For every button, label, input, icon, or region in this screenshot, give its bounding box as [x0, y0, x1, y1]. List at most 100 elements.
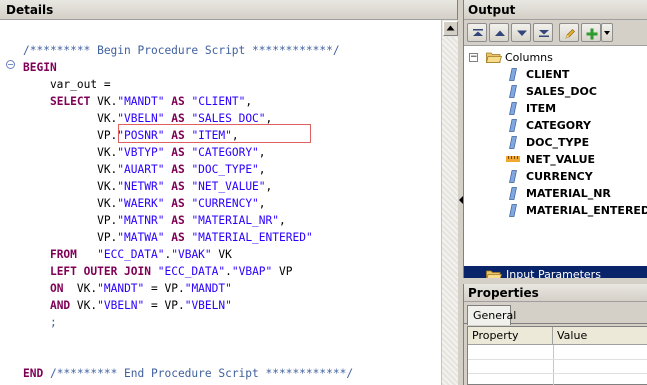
tree-node-column[interactable]: CURRENCY: [464, 168, 647, 185]
code-line[interactable]: ;: [23, 314, 57, 331]
sql-text: VK.: [23, 163, 118, 176]
code-line[interactable]: VK."AUART" AS "DOC_TYPE",: [23, 161, 266, 178]
sql-identifier: "NETWR": [117, 180, 165, 193]
sql-keyword: END: [23, 367, 44, 380]
tree-node-column[interactable]: DOC_TYPE: [464, 134, 647, 151]
sql-identifier: "VBTYP": [117, 146, 165, 159]
column-label: CATEGORY: [526, 119, 591, 132]
sql-text: VP.: [23, 214, 118, 227]
sql-text: VK.: [23, 146, 118, 159]
editor-gutter: −: [0, 20, 22, 385]
code-line[interactable]: AND VK."VBELN" = VP."VBELN": [23, 297, 232, 314]
code-line[interactable]: ON VK."MANDT" = VP."MANDT": [23, 280, 232, 297]
move-up-button[interactable]: [489, 23, 509, 42]
tree-node-column[interactable]: MATERIAL_NR: [464, 185, 647, 202]
script-editor[interactable]: − /********* Begin Procedure Script ****…: [0, 20, 441, 385]
fold-collapse-icon[interactable]: −: [6, 60, 15, 69]
move-up-icon: [495, 30, 505, 36]
tree-node-columns[interactable]: − Columns: [464, 49, 647, 66]
column-header-property[interactable]: Property: [468, 327, 553, 345]
properties-tabstrip: General: [464, 302, 647, 325]
column-label: NET_VALUE: [526, 153, 596, 166]
collapse-icon[interactable]: −: [469, 53, 478, 62]
code-line[interactable]: FROM "ECC_DATA"."VBAK" VK: [23, 246, 232, 263]
properties-table-header: Property Value: [468, 327, 647, 345]
arrow-up-icon: [446, 25, 455, 31]
move-bottom-button[interactable]: [533, 23, 553, 42]
sql-identifier: "CLIENT": [191, 95, 246, 108]
vertical-scrollbar[interactable]: [441, 20, 458, 385]
output-pane: Output − Columns CLIENT SALES_DOC ITEM C…: [463, 0, 647, 284]
code-line[interactable]: SELECT VK."MANDT" AS "CLIENT",: [23, 93, 252, 110]
sql-identifier: "DOC_TYPE": [191, 163, 259, 176]
sql-keyword: AND: [49, 299, 71, 312]
highlight-box: [118, 124, 311, 143]
text-column-icon: [509, 85, 517, 98]
details-pane: Details − /********* Begin Procedure Scr…: [0, 0, 458, 385]
sql-keyword: ON: [49, 282, 64, 295]
add-dropdown-button[interactable]: [601, 23, 613, 42]
code-line[interactable]: /********* Begin Procedure Script ******…: [23, 42, 340, 59]
edit-pencil-icon: [565, 29, 575, 39]
sql-text: VK.: [23, 180, 118, 193]
code-line[interactable]: END /********* End Procedure Script ****…: [23, 365, 353, 382]
output-title: Output: [464, 0, 647, 20]
move-down-button[interactable]: [511, 23, 531, 42]
tree-node-column[interactable]: CLIENT: [464, 66, 647, 83]
add-button[interactable]: [581, 23, 601, 42]
sql-keyword: AS: [171, 231, 185, 244]
sql-identifier: "VBELN": [184, 299, 232, 312]
sql-text: VP.: [23, 231, 118, 244]
scroll-up-button[interactable]: [443, 21, 458, 36]
sql-identifier: "VBELN": [97, 299, 145, 312]
sql-identifier: "AUART": [117, 163, 165, 176]
sql-text: VK.: [90, 95, 118, 108]
sql-comment: /********* Begin Procedure Script ******…: [23, 44, 340, 57]
move-top-button[interactable]: [467, 23, 487, 42]
tree-node-column[interactable]: MATERIAL_ENTERED: [464, 202, 647, 219]
tab-general[interactable]: General: [467, 305, 516, 325]
sql-keyword: BEGIN: [23, 61, 57, 74]
code-line[interactable]: VK."WAERK" AS "CURRENCY",: [23, 195, 265, 212]
column-label: CURRENCY: [526, 170, 593, 183]
sql-text: VK.: [23, 112, 118, 125]
code-line[interactable]: LEFT OUTER JOIN "ECC_DATA"."VBAP" VP: [23, 263, 293, 280]
code-line[interactable]: BEGIN: [23, 59, 57, 76]
text-column-icon: [509, 187, 517, 200]
edit-button[interactable]: [559, 23, 579, 42]
sql-text: ,: [279, 214, 286, 227]
tree-node-column[interactable]: CATEGORY: [464, 117, 647, 134]
grid-line: [553, 345, 554, 385]
tree-node-column[interactable]: NET_VALUE: [464, 151, 647, 168]
code-line[interactable]: VK."VBTYP" AS "CATEGORY",: [23, 144, 265, 161]
scroll-track[interactable]: [442, 37, 458, 385]
sql-keyword: SELECT: [49, 95, 91, 108]
sql-text: ,: [258, 163, 266, 176]
sql-keyword: AS: [171, 214, 185, 227]
add-plus-icon: [586, 28, 598, 40]
sql-text: = VP.: [144, 282, 185, 295]
code-line[interactable]: VK."NETWR" AS "NET_VALUE",: [23, 178, 272, 195]
code-text[interactable]: /********* Begin Procedure Script ******…: [23, 20, 441, 385]
text-column-icon: [509, 119, 517, 132]
code-line[interactable]: var_out =: [23, 76, 111, 93]
dropdown-arrow-icon: [604, 31, 610, 35]
output-tree: − Columns CLIENT SALES_DOC ITEM CATEGORY DOC…: [464, 47, 647, 284]
sql-keyword: AS: [171, 180, 185, 193]
properties-title: Properties: [464, 284, 647, 302]
text-column-icon: [509, 68, 517, 81]
tree-node-column[interactable]: SALES_DOC: [464, 83, 647, 100]
properties-table[interactable]: Property Value: [467, 326, 647, 385]
column-header-value[interactable]: Value: [553, 327, 647, 345]
text-column-icon: [509, 170, 517, 183]
text-column-icon: [509, 102, 517, 115]
code-line[interactable]: VP."MATWA" AS "MATERIAL_ENTERED": [23, 229, 313, 246]
properties-pane: Properties General Property Value: [463, 284, 647, 385]
tree-node-column[interactable]: ITEM: [464, 100, 647, 117]
code-line[interactable]: VP."MATNR" AS "MATERIAL_NR",: [23, 212, 286, 229]
